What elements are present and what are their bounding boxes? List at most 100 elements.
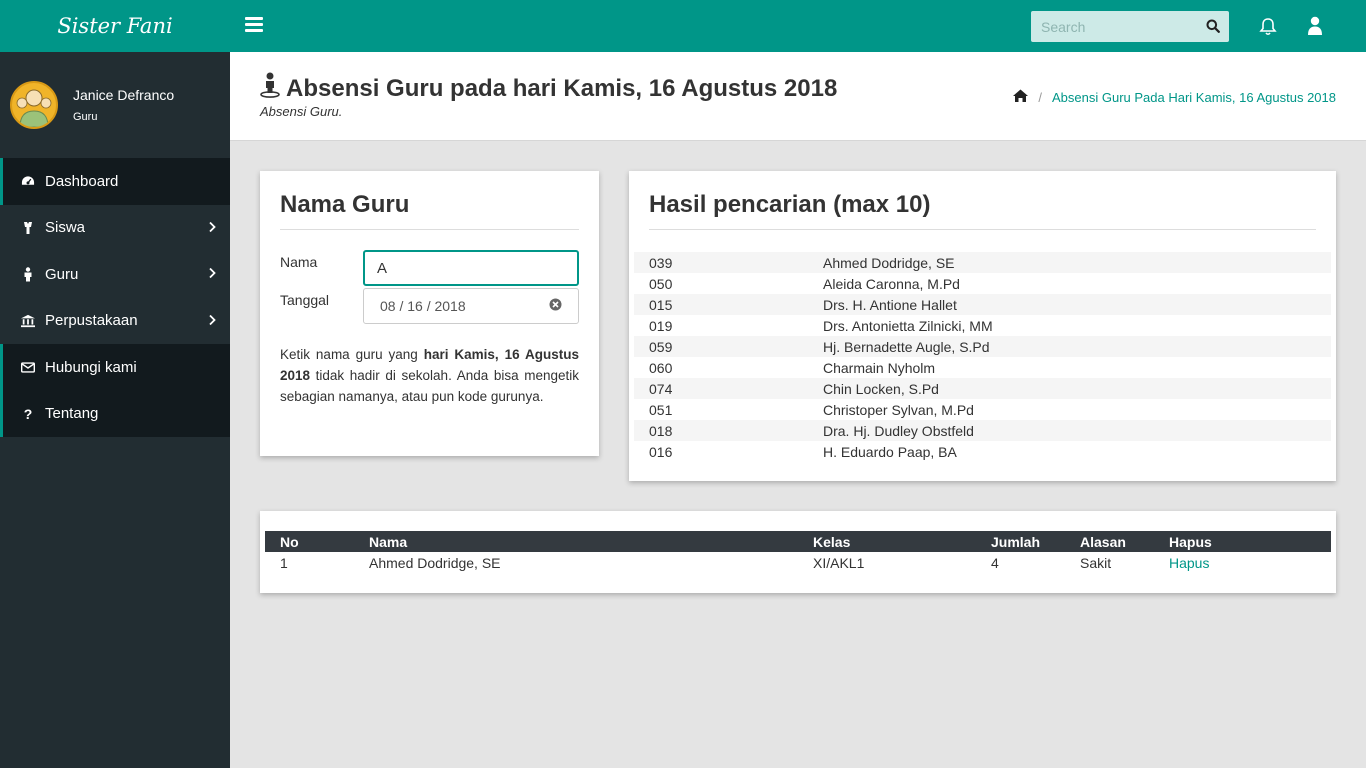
result-name: Ahmed Dodridge, SE <box>823 254 955 271</box>
hapus-link[interactable]: Hapus <box>1169 555 1209 571</box>
chevron-right-icon <box>209 312 216 329</box>
col-header-hapus: Hapus <box>1154 531 1331 552</box>
nama-label: Nama <box>280 254 318 270</box>
sidebar-item-tentang[interactable]: ? Tentang <box>0 390 230 437</box>
page-title: Absensi Guru pada hari Kamis, 16 Agustus… <box>286 74 838 102</box>
result-row[interactable]: 018 Dra. Hj. Dudley Obstfeld <box>634 420 1331 441</box>
sidebar-item-guru[interactable]: Guru <box>0 251 230 298</box>
sidebar-item-label: Perpustakaan <box>45 312 138 330</box>
result-row[interactable]: 015 Drs. H. Antione Hallet <box>634 294 1331 315</box>
sidebar-item-label: Siswa <box>45 219 86 237</box>
search-results-list: 039 Ahmed Dodridge, SE 050 Aleida Caronna,… <box>634 252 1331 462</box>
home-icon[interactable] <box>1013 89 1029 105</box>
result-name: H. Eduardo Paap, BA <box>823 443 957 460</box>
sidebar-item-siswa[interactable]: Siswa <box>0 205 230 252</box>
result-code: 015 <box>649 296 673 313</box>
absence-table: No Nama Kelas Jumlah Alasan Hapus 1 Ahme… <box>265 531 1331 573</box>
teacher-icon <box>260 72 286 105</box>
hint-text: Ketik nama guru yang hari Kamis, 16 Agus… <box>280 344 579 407</box>
top-navbar <box>230 0 1366 52</box>
library-icon <box>21 314 35 328</box>
page-subtitle: Absensi Guru. <box>260 104 343 119</box>
hamburger-menu-icon[interactable] <box>245 17 263 33</box>
sidebar-item-label: Guru <box>45 265 79 283</box>
search-input[interactable] <box>1031 18 1191 35</box>
col-header-jumlah: Jumlah <box>976 531 1065 552</box>
absence-table-card: No Nama Kelas Jumlah Alasan Hapus 1 Ahme… <box>260 511 1336 593</box>
cell-alasan: Sakit <box>1080 554 1112 571</box>
col-header-nama: Nama <box>354 531 798 552</box>
result-code: 039 <box>649 254 673 271</box>
result-row[interactable]: 059 Hj. Bernadette Augle, S.Pd <box>634 336 1331 357</box>
result-code: 018 <box>649 422 673 439</box>
result-code: 019 <box>649 317 673 334</box>
sidebar: Sister Fani Janice Defranco Guru Dashboa… <box>0 0 230 768</box>
result-code: 060 <box>649 359 673 376</box>
search-results-card: Hasil pencarian (max 10) 039 Ahmed Dodrid… <box>629 171 1336 481</box>
hint-text-pre: Ketik nama guru yang <box>280 347 424 362</box>
cell-jumlah: 4 <box>991 554 999 571</box>
col-header-kelas: Kelas <box>798 531 976 552</box>
sidebar-item-label: Dashboard <box>45 172 119 190</box>
sidebar-item-perpustakaan[interactable]: Perpustakaan <box>0 298 230 345</box>
result-row[interactable]: 060 Charmain Nyholm <box>634 357 1331 378</box>
breadcrumb-current-link[interactable]: Absensi Guru Pada Hari Kamis, 16 Agustus… <box>1052 90 1336 105</box>
avatar <box>10 81 58 129</box>
result-code: 074 <box>649 380 673 397</box>
dashboard-icon <box>21 174 35 188</box>
result-name: Charmain Nyholm <box>823 359 936 376</box>
nama-input[interactable] <box>363 250 579 286</box>
teacher-icon <box>21 267 35 282</box>
breadcrumb: / Absensi Guru Pada Hari Kamis, 16 Agust… <box>1013 89 1336 105</box>
cell-hapus: Hapus <box>1154 552 1331 573</box>
result-code: 059 <box>649 338 673 355</box>
sidebar-item-label: Tentang <box>45 405 99 423</box>
page-title-wrap: Absensi Guru pada hari Kamis, 16 Agustus… <box>260 72 837 105</box>
divider <box>649 229 1316 230</box>
result-name: Christoper Sylvan, M.Pd <box>823 401 974 418</box>
brand-logo[interactable]: Sister Fani <box>0 0 230 52</box>
result-code: 051 <box>649 401 673 418</box>
cell-kelas: XI/AKL1 <box>813 554 865 571</box>
tanggal-date-input[interactable]: 08 / 16 / 2018 <box>363 288 579 324</box>
result-name: Dra. Hj. Dudley Obstfeld <box>823 422 974 439</box>
sidebar-menu: Dashboard Siswa Guru Perpustakaan Hubung… <box>0 158 230 437</box>
col-header-alasan: Alasan <box>1065 531 1154 552</box>
result-name: Chin Locken, S.Pd <box>823 380 939 397</box>
student-icon <box>21 221 35 235</box>
nama-guru-title: Nama Guru <box>280 191 410 218</box>
col-header-no: No <box>265 531 354 552</box>
sidebar-item-hubungi-kami[interactable]: Hubungi kami <box>0 344 230 391</box>
result-code: 050 <box>649 275 673 292</box>
result-name: Hj. Bernadette Augle, S.Pd <box>823 338 990 355</box>
result-row[interactable]: 050 Aleida Caronna, M.Pd <box>634 273 1331 294</box>
result-name: Drs. Antonietta Zilnicki, MM <box>823 317 993 334</box>
result-name: Drs. H. Antione Hallet <box>823 296 957 313</box>
divider <box>280 229 579 230</box>
table-header-row: No Nama Kelas Jumlah Alasan Hapus <box>265 531 1331 552</box>
user-panel: Janice Defranco Guru <box>0 52 230 158</box>
sidebar-item-dashboard[interactable]: Dashboard <box>0 158 230 205</box>
user-icon[interactable] <box>1307 16 1323 39</box>
result-row[interactable]: 039 Ahmed Dodridge, SE <box>634 252 1331 273</box>
result-row[interactable]: 019 Drs. Antonietta Zilnicki, MM <box>634 315 1331 336</box>
cell-no: 1 <box>280 554 288 571</box>
result-row[interactable]: 016 H. Eduardo Paap, BA <box>634 441 1331 462</box>
page-header: Absensi Guru pada hari Kamis, 16 Agustus… <box>230 52 1366 141</box>
tanggal-value: 08 / 16 / 2018 <box>380 298 466 314</box>
result-code: 016 <box>649 443 673 460</box>
search-icon[interactable] <box>1206 19 1221 34</box>
cell-nama: Ahmed Dodridge, SE <box>369 554 501 571</box>
question-icon: ? <box>23 405 33 422</box>
user-name: Janice Defranco <box>73 87 175 103</box>
result-name: Aleida Caronna, M.Pd <box>823 275 960 292</box>
hint-text-post: tidak hadir di sekolah. Anda bisa menget… <box>280 368 579 404</box>
clear-date-icon[interactable] <box>549 298 562 314</box>
user-role: Guru <box>73 111 98 123</box>
chevron-right-icon <box>209 266 216 283</box>
search-box <box>1031 11 1229 42</box>
result-row[interactable]: 074 Chin Locken, S.Pd <box>634 378 1331 399</box>
bell-icon[interactable] <box>1259 17 1277 39</box>
nama-guru-card: Nama Guru Nama Tanggal 08 / 16 / 2018 Ke… <box>260 171 599 456</box>
result-row[interactable]: 051 Christoper Sylvan, M.Pd <box>634 399 1331 420</box>
